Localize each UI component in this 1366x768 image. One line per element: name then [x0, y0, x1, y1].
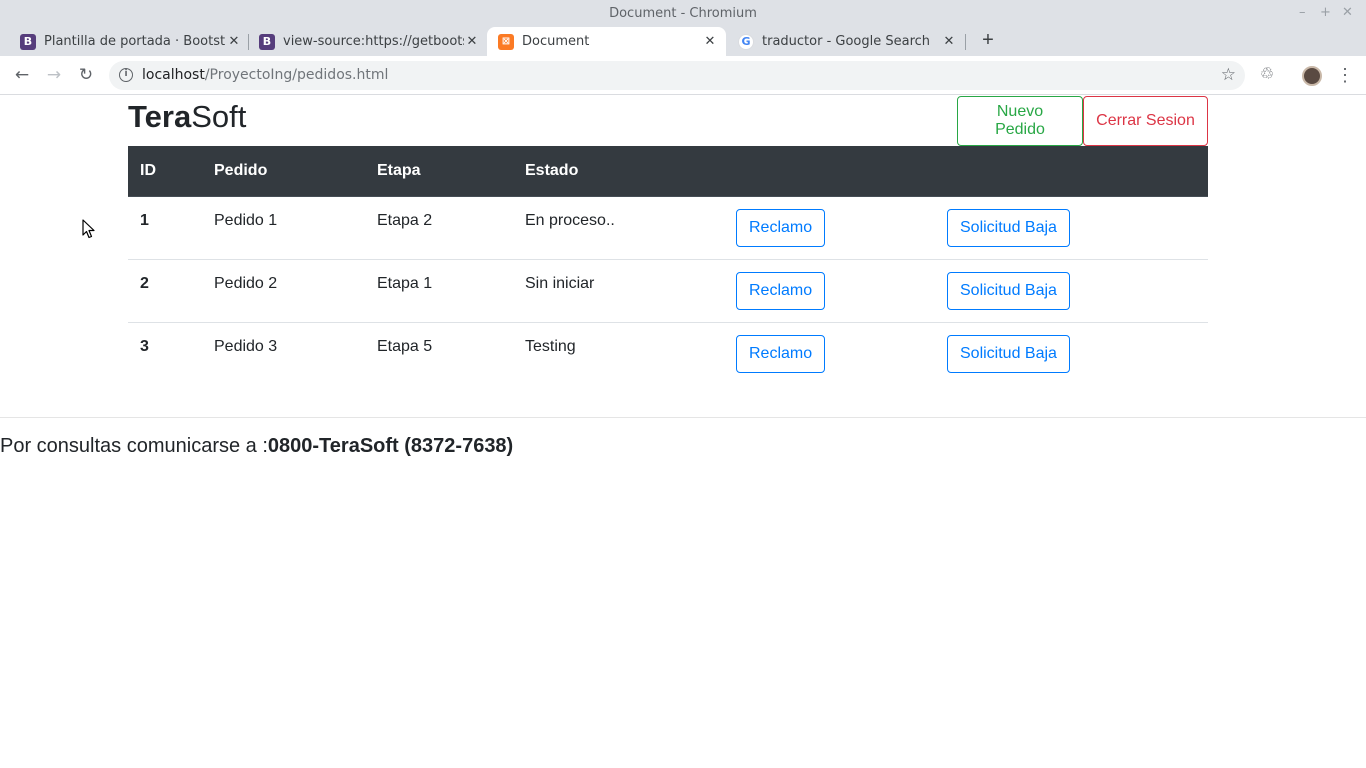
tab-close-icon[interactable]: ✕	[464, 34, 480, 50]
column-header-id: ID	[128, 146, 202, 197]
url-path: /ProyectoIng/pedidos.html	[204, 67, 389, 83]
tab-google-search[interactable]: G traductor - Google Search ✕	[738, 27, 957, 56]
mouse-cursor-icon	[82, 219, 95, 239]
tab-document[interactable]: ⊠ Document ✕	[487, 27, 726, 56]
brand-bold: Tera	[128, 99, 192, 134]
profile-avatar[interactable]	[1302, 66, 1322, 86]
window-titlebar: Document - Chromium – + ✕	[0, 0, 1366, 27]
page-content: TeraSoft Nuevo Pedido Cerrar Sesion ID P…	[0, 96, 1366, 768]
cell-claim: Reclamo	[724, 321, 935, 385]
column-header-order: Pedido	[202, 146, 365, 197]
tab-title: Plantilla de portada · Bootstra	[44, 34, 226, 49]
menu-kebab-icon[interactable]: ⋮	[1335, 65, 1355, 85]
footer-contact: Por consultas comunicarse a :0800-TeraSo…	[0, 435, 513, 458]
column-header-stage: Etapa	[365, 146, 513, 197]
table-row: 3 Pedido 3 Etapa 5 Testing Reclamo Solic…	[128, 321, 1208, 385]
cell-cancel: Solicitud Baja	[935, 196, 1208, 259]
info-icon[interactable]: i	[119, 68, 133, 82]
back-icon[interactable]: ←	[12, 65, 32, 85]
maximize-icon[interactable]: +	[1320, 5, 1331, 20]
cell-status: Testing	[513, 321, 724, 385]
cell-order: Pedido 2	[202, 258, 365, 322]
table-row: 2 Pedido 2 Etapa 1 Sin iniciar Reclamo S…	[128, 258, 1208, 322]
cell-cancel: Solicitud Baja	[935, 258, 1208, 322]
cell-stage: Etapa 5	[365, 321, 513, 385]
url-host: localhost	[142, 67, 205, 83]
cell-status: Sin iniciar	[513, 258, 724, 322]
claim-button[interactable]: Reclamo	[736, 334, 826, 373]
xampp-icon: ⊠	[498, 33, 514, 50]
window-title: Document - Chromium	[609, 6, 757, 21]
tab-title: view-source:https://getbootst	[283, 34, 464, 49]
tab-plantilla[interactable]: B Plantilla de portada · Bootstra ✕	[20, 27, 242, 56]
tab-close-icon[interactable]: ✕	[702, 34, 718, 50]
claim-button[interactable]: Reclamo	[736, 208, 826, 247]
footer-divider	[0, 417, 1366, 418]
cell-status: En proceso..	[525, 211, 615, 229]
cell-claim: Reclamo	[724, 258, 935, 322]
cell-stage: Etapa 2	[377, 211, 433, 229]
orders-table: ID Pedido Etapa Estado 1 Pedido 1 Etapa …	[128, 146, 1208, 385]
bookmark-star-icon[interactable]: ☆	[1221, 65, 1236, 85]
reload-icon[interactable]: ↻	[76, 65, 96, 85]
cell-stage: Etapa 1	[365, 258, 513, 322]
bootstrap-icon: B	[20, 33, 36, 50]
cancel-request-button[interactable]: Solicitud Baja	[947, 208, 1070, 247]
cancel-request-button[interactable]: Solicitud Baja	[947, 271, 1070, 310]
tab-close-icon[interactable]: ✕	[226, 34, 242, 50]
footer-phone: 0800-TeraSoft (8372-7638)	[267, 435, 514, 457]
bootstrap-icon: B	[259, 33, 275, 50]
cell-cancel: Solicitud Baja	[935, 321, 1208, 385]
cell-id: 1	[140, 211, 149, 229]
claim-button[interactable]: Reclamo	[736, 271, 826, 310]
tab-title: traductor - Google Search	[762, 34, 931, 49]
column-header-empty	[724, 146, 935, 197]
minimize-icon[interactable]: –	[1299, 5, 1306, 20]
cell-order: Pedido 3	[202, 321, 365, 385]
close-window-icon[interactable]: ✕	[1342, 5, 1353, 20]
tab-title: Document	[522, 34, 590, 49]
brand-logo: TeraSoft	[128, 99, 246, 135]
extension-recycle-icon[interactable]: ♲	[1257, 65, 1277, 85]
table-header-row: ID Pedido Etapa Estado	[128, 146, 1208, 197]
tab-separator	[248, 34, 249, 50]
footer-text: Por consultas comunicarse a :	[0, 435, 268, 457]
address-bar[interactable]: i localhost/ProyectoIng/pedidos.html ☆	[109, 61, 1245, 90]
cell-id: 2	[128, 258, 202, 322]
forward-icon[interactable]: →	[44, 65, 64, 85]
logout-button[interactable]: Cerrar Sesion	[1083, 96, 1208, 146]
tab-strip: B Plantilla de portada · Bootstra ✕ B vi…	[0, 27, 1366, 56]
cell-id: 3	[128, 321, 202, 385]
url-text[interactable]: localhost/ProyectoIng/pedidos.html	[142, 67, 388, 83]
tab-close-icon[interactable]: ✕	[941, 34, 957, 50]
cancel-request-button[interactable]: Solicitud Baja	[947, 334, 1070, 373]
tab-separator	[965, 34, 966, 50]
brand-rest: Soft	[191, 99, 247, 134]
new-tab-icon[interactable]: +	[977, 30, 999, 52]
new-order-button[interactable]: Nuevo Pedido	[957, 96, 1083, 146]
column-header-empty	[935, 146, 1208, 197]
browser-toolbar: ← → ↻ i localhost/ProyectoIng/pedidos.ht…	[0, 56, 1366, 95]
tab-view-source[interactable]: B view-source:https://getbootst ✕	[259, 27, 480, 56]
google-icon: G	[738, 33, 754, 50]
cell-order: Pedido 1	[214, 211, 278, 229]
column-header-status: Estado	[513, 146, 724, 197]
cell-claim: Reclamo	[724, 196, 935, 259]
table-row: 1 Pedido 1 Etapa 2 En proceso.. Reclamo …	[128, 196, 1208, 259]
